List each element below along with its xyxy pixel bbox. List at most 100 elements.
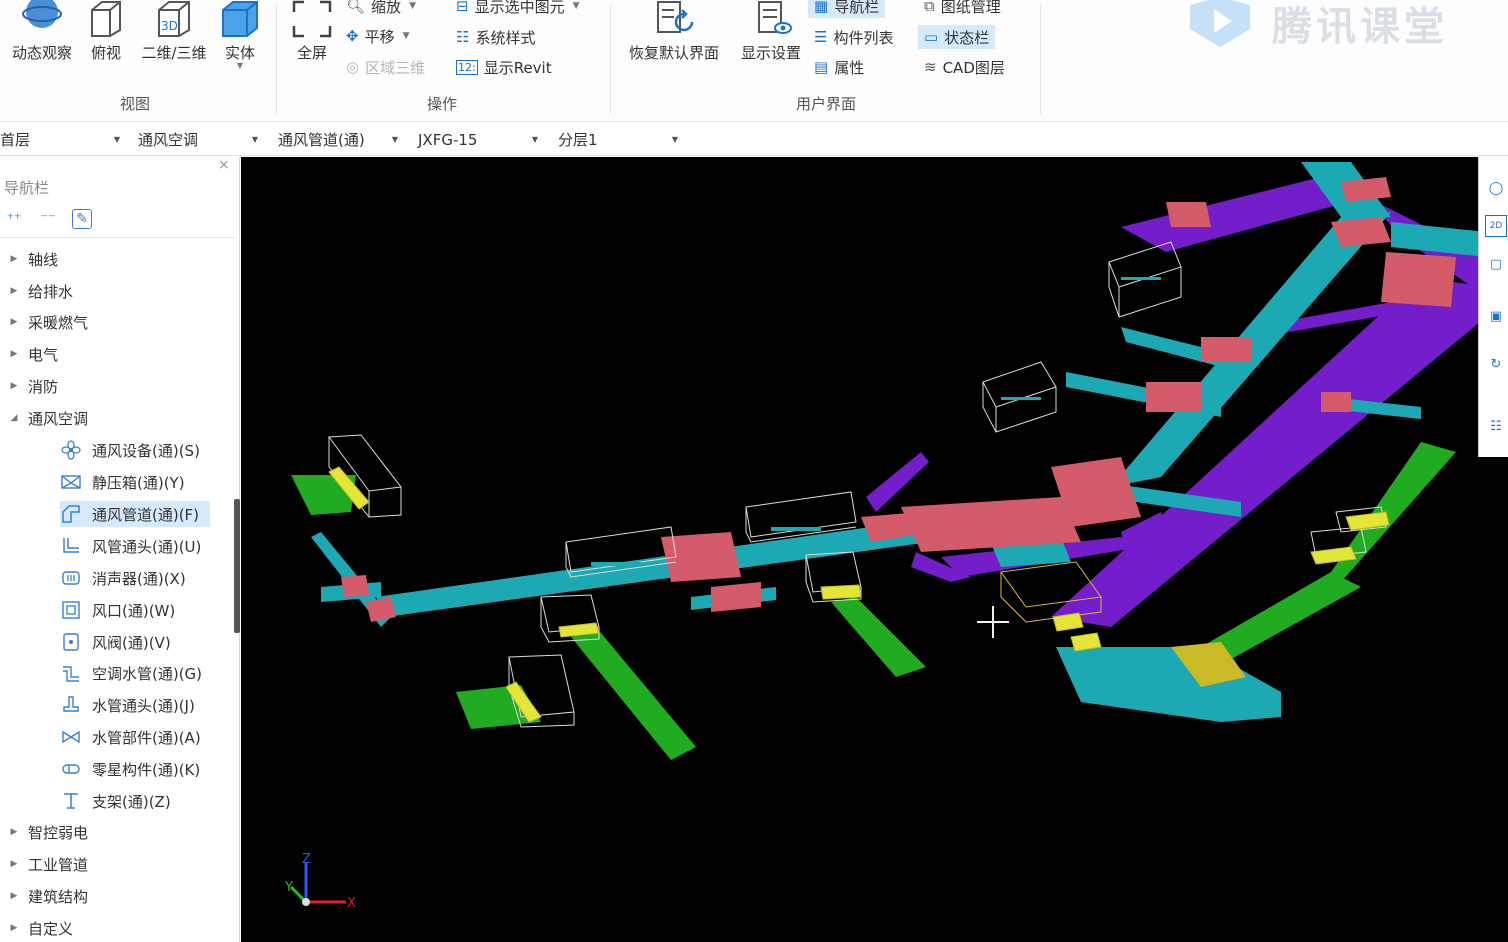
filter-bar: 首层 ▼ 通风空调 ▼ 通风管道(通) ▼ JXFG-15 ▼ 分层1 ▼ [0, 123, 1508, 156]
expand-arrow-icon: ▶ [10, 891, 18, 901]
drawing-management-toggle[interactable]: ⧉ 图纸管理 [924, 0, 1001, 18]
ui-group-label: 用户界面 [796, 95, 857, 113]
rotate-icon[interactable]: ↻ [1485, 353, 1507, 375]
restore-default-ui-button[interactable]: 恢复默认界面 [624, 0, 724, 63]
nav-category-plumbing[interactable]: ▶ 给排水 [0, 279, 73, 303]
valve-icon [60, 727, 82, 747]
nav-category-axis[interactable]: ▶ 轴线 [0, 247, 58, 271]
nav-category-smart-control[interactable]: ▶ 智控弱电 [0, 820, 88, 844]
close-icon[interactable]: × [218, 157, 230, 173]
green-duct [831, 597, 926, 677]
fullscreen-icon [292, 0, 332, 38]
3d-viewport[interactable]: Z X Y [241, 157, 1508, 942]
cad-layer-toggle[interactable]: ≋ CAD图层 [924, 55, 1005, 79]
chevron-down-icon: ▼ [409, 1, 416, 11]
3d-icon: 3D [158, 0, 190, 37]
layer-select[interactable]: 分层1 ▼ [558, 126, 684, 153]
zoom-button[interactable]: 🔍︎ 缩放 ▼ [346, 0, 416, 18]
solid-button[interactable]: 实体 ▼ [218, 0, 262, 70]
nav-category-building-structure[interactable]: ▶ 建筑结构 [0, 884, 88, 908]
pan-button[interactable]: ✥ 平移 ▼ [346, 24, 410, 48]
show-revit-button[interactable]: 12: 显示Revit [456, 55, 552, 79]
nav-item-misc-component[interactable]: 零星构件(通)(K) [60, 756, 210, 782]
duct-fitting [1321, 392, 1351, 412]
green-duct [1331, 442, 1456, 582]
nav-item-ventilation-equipment[interactable]: 通风设备(通)(S) [60, 437, 210, 463]
component-type-select[interactable]: 通风管道(通) ▼ [278, 126, 404, 153]
expand-arrow-icon: ▶ [10, 254, 18, 264]
edit-icon[interactable]: ✎ [72, 209, 92, 229]
region-3d-button[interactable]: ◎ 区域三维 [346, 55, 425, 79]
expand-arrow-icon: ▶ [10, 349, 18, 359]
revit-icon: 12: [456, 59, 478, 75]
cube-view-icon[interactable]: ▢ [1485, 253, 1507, 275]
top-view-button[interactable]: 俯视 [86, 0, 126, 63]
orbit-icon [22, 0, 62, 28]
duct-fitting [1166, 202, 1211, 227]
status-bar-icon: ▭ [924, 28, 939, 46]
duct-fitting-icon [60, 536, 82, 556]
expand-all-icon[interactable]: ⁺⁺ [4, 209, 24, 229]
system-style-button[interactable]: ☷ 系统样式 [456, 25, 535, 49]
2d-view-icon[interactable]: 2D [1485, 215, 1507, 237]
expand-arrow-icon: ▶ [10, 381, 18, 391]
panel-splitter-handle[interactable] [234, 499, 240, 633]
duct-model-canvas[interactable]: Z X Y [241, 157, 1508, 942]
component-select[interactable]: JXFG-15 ▼ [418, 126, 544, 153]
nav-bar-toggle[interactable]: ▦ 导航栏 [808, 0, 886, 18]
crosshair-cursor-icon [977, 606, 1009, 638]
2d-3d-toggle-button[interactable]: 3D 二维/三维 [138, 0, 210, 63]
nav-category-custom[interactable]: ▶ 自定义 [0, 916, 73, 940]
display-settings-button[interactable]: 显示设置 [736, 0, 806, 63]
nav-category-fire[interactable]: ▶ 消防 [0, 374, 58, 398]
orbit-button[interactable]: 动态观察 [8, 0, 76, 63]
component-list-toggle[interactable]: ☰ 构件列表 [814, 25, 893, 49]
collapse-all-icon[interactable]: ⁻⁻ [38, 209, 58, 229]
properties-toggle[interactable]: ▤ 属性 [814, 55, 864, 79]
nav-item-silencer[interactable]: 消声器(通)(X) [60, 565, 210, 591]
top-view-icon [91, 0, 121, 37]
show-selected-icon: ⊟ [456, 0, 469, 15]
nav-category-hvac[interactable]: ◢ 通风空调 [0, 406, 88, 430]
nav-category-heating-gas[interactable]: ▶ 采暖燃气 [0, 310, 88, 334]
chevron-down-icon: ▼ [671, 135, 678, 144]
region-3d-icon: ◎ [346, 58, 360, 76]
list-icon: ☰ [814, 28, 828, 46]
settings-list-icon[interactable]: ☷ [1485, 415, 1507, 437]
damper-icon [60, 632, 82, 652]
nav-item-pipe-component[interactable]: 水管部件(通)(A) [60, 724, 210, 750]
nav-item-support[interactable]: 支架(通)(Z) [60, 788, 210, 814]
drawing-icon: ⧉ [924, 0, 935, 15]
nav-bar-icon: ▦ [814, 0, 829, 15]
status-bar-toggle[interactable]: ▭ 状态栏 [918, 25, 996, 49]
misc-component-icon [60, 759, 82, 779]
divider [0, 237, 236, 238]
nav-item-plenum-box[interactable]: 静压箱(通)(Y) [60, 469, 210, 495]
nav-item-pipe-fitting[interactable]: 水管通头(通)(J) [60, 692, 210, 718]
display-settings-icon [758, 1, 792, 34]
cyan-duct [1391, 222, 1486, 257]
floor-select[interactable]: 首层 ▼ [0, 126, 126, 153]
fullscreen-button[interactable]: 全屏 [290, 0, 334, 63]
nav-item-damper[interactable]: 风阀(通)(V) [60, 629, 210, 655]
nav-category-industrial-pipe[interactable]: ▶ 工业管道 [0, 852, 88, 876]
orbit-icon[interactable]: ◯ [1485, 177, 1507, 199]
nav-item-air-outlet[interactable]: 风口(通)(W) [60, 597, 210, 623]
water-pipe-icon [60, 663, 82, 683]
pan-icon: ✥ [346, 27, 359, 45]
discipline-select[interactable]: 通风空调 ▼ [138, 126, 264, 153]
show-selected-button[interactable]: ⊟ 显示选中图元 ▼ [456, 0, 580, 18]
nav-category-electrical[interactable]: ▶ 电气 [0, 342, 58, 366]
restore-layout-icon [657, 1, 694, 33]
nav-item-duct[interactable]: 通风管道(通)(F) [60, 501, 210, 527]
purple-duct [866, 452, 929, 512]
nav-panel-title: 导航栏 [4, 179, 50, 197]
group-divider [1040, 4, 1041, 114]
nav-item-ac-water-pipe[interactable]: 空调水管(通)(G) [60, 660, 210, 686]
group-divider [610, 4, 611, 114]
expand-arrow-icon: ▶ [10, 859, 18, 869]
solid-view-icon[interactable]: ▣ [1485, 305, 1507, 327]
nav-item-duct-fitting[interactable]: 风管通头(通)(U) [60, 533, 210, 559]
view-group-label: 视图 [120, 95, 151, 113]
silencer-icon [60, 568, 82, 588]
